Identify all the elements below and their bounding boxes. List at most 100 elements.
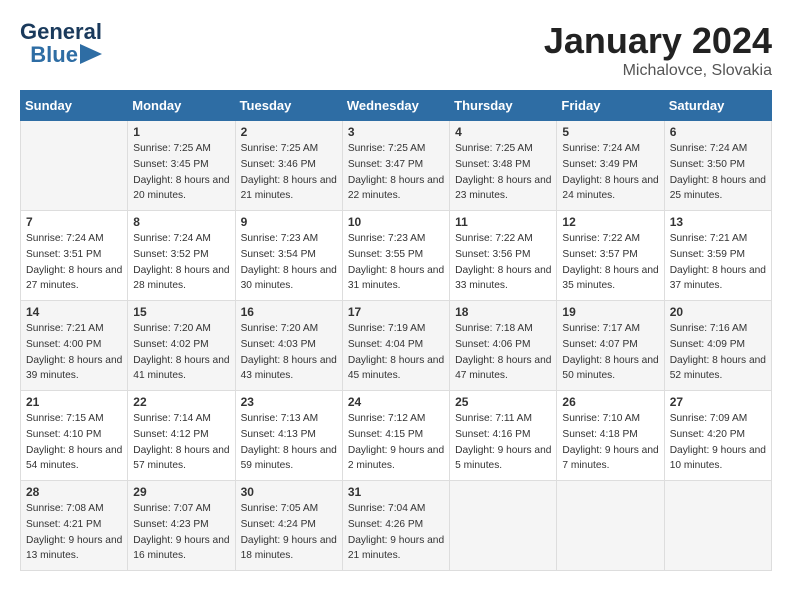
day-info: Sunrise: 7:05 AMSunset: 4:24 PMDaylight:… (241, 501, 337, 564)
calendar-cell: 24Sunrise: 7:12 AMSunset: 4:15 PMDayligh… (342, 391, 449, 481)
sunrise-text: Sunrise: 7:23 AM (241, 231, 337, 247)
day-number: 23 (241, 395, 337, 409)
daylight-text: Daylight: 8 hours and 37 minutes. (670, 263, 766, 295)
sunrise-text: Sunrise: 7:17 AM (562, 321, 658, 337)
sunset-text: Sunset: 4:02 PM (133, 337, 229, 353)
sunset-text: Sunset: 3:56 PM (455, 247, 551, 263)
location-subtitle: Michalovce, Slovakia (544, 62, 772, 80)
day-info: Sunrise: 7:09 AMSunset: 4:20 PMDaylight:… (670, 411, 766, 474)
calendar-cell: 5Sunrise: 7:24 AMSunset: 3:49 PMDaylight… (557, 121, 664, 211)
day-number: 30 (241, 485, 337, 499)
calendar-table: SundayMondayTuesdayWednesdayThursdayFrid… (20, 90, 772, 571)
daylight-text: Daylight: 8 hours and 57 minutes. (133, 443, 229, 475)
calendar-cell: 12Sunrise: 7:22 AMSunset: 3:57 PMDayligh… (557, 211, 664, 301)
day-number: 3 (348, 125, 444, 139)
daylight-text: Daylight: 9 hours and 18 minutes. (241, 533, 337, 565)
daylight-text: Daylight: 8 hours and 54 minutes. (26, 443, 122, 475)
sunrise-text: Sunrise: 7:21 AM (670, 231, 766, 247)
day-number: 27 (670, 395, 766, 409)
calendar-cell: 31Sunrise: 7:04 AMSunset: 4:26 PMDayligh… (342, 481, 449, 571)
day-number: 28 (26, 485, 122, 499)
calendar-cell: 11Sunrise: 7:22 AMSunset: 3:56 PMDayligh… (450, 211, 557, 301)
calendar-cell: 14Sunrise: 7:21 AMSunset: 4:00 PMDayligh… (21, 301, 128, 391)
day-number: 2 (241, 125, 337, 139)
daylight-text: Daylight: 8 hours and 43 minutes. (241, 353, 337, 385)
daylight-text: Daylight: 8 hours and 21 minutes. (241, 173, 337, 205)
day-number: 25 (455, 395, 551, 409)
day-info: Sunrise: 7:07 AMSunset: 4:23 PMDaylight:… (133, 501, 229, 564)
sunset-text: Sunset: 3:59 PM (670, 247, 766, 263)
calendar-week-row: 21Sunrise: 7:15 AMSunset: 4:10 PMDayligh… (21, 391, 772, 481)
sunrise-text: Sunrise: 7:25 AM (133, 141, 229, 157)
daylight-text: Daylight: 8 hours and 41 minutes. (133, 353, 229, 385)
day-info: Sunrise: 7:22 AMSunset: 3:57 PMDaylight:… (562, 231, 658, 294)
day-info: Sunrise: 7:20 AMSunset: 4:03 PMDaylight:… (241, 321, 337, 384)
sunrise-text: Sunrise: 7:05 AM (241, 501, 337, 517)
sunrise-text: Sunrise: 7:25 AM (348, 141, 444, 157)
daylight-text: Daylight: 9 hours and 13 minutes. (26, 533, 122, 565)
day-header-sunday: Sunday (21, 91, 128, 121)
sunrise-text: Sunrise: 7:08 AM (26, 501, 122, 517)
day-header-tuesday: Tuesday (235, 91, 342, 121)
daylight-text: Daylight: 8 hours and 28 minutes. (133, 263, 229, 295)
day-number: 21 (26, 395, 122, 409)
day-info: Sunrise: 7:24 AMSunset: 3:51 PMDaylight:… (26, 231, 122, 294)
calendar-cell: 23 Sunrise: 7:13 AMSunset: 4:13 PMDayligh… (235, 391, 342, 481)
day-info: Sunrise: 7:13 AMSunset: 4:13 PMDaylight:… (241, 411, 337, 474)
sunset-text: Sunset: 3:52 PM (133, 247, 229, 263)
calendar-cell: 20 Sunrise: 7:16 AMSunset: 4:09 PMDayligh… (664, 301, 771, 391)
day-number: 5 (562, 125, 658, 139)
calendar-cell: 6Sunrise: 7:24 AMSunset: 3:50 PMDaylight… (664, 121, 771, 211)
logo-general: General (20, 19, 102, 44)
calendar-cell: 7Sunrise: 7:24 AMSunset: 3:51 PMDaylight… (21, 211, 128, 301)
sunset-text: Sunset: 4:03 PM (241, 337, 337, 353)
sunset-text: Sunset: 4:00 PM (26, 337, 122, 353)
calendar-cell: 28 Sunrise: 7:08 AMSunset: 4:21 PMDayligh… (21, 481, 128, 571)
daylight-text: Daylight: 8 hours and 59 minutes. (241, 443, 337, 475)
calendar-cell (450, 481, 557, 571)
calendar-cell: 17Sunrise: 7:19 AMSunset: 4:04 PMDayligh… (342, 301, 449, 391)
day-info: Sunrise: 7:17 AMSunset: 4:07 PMDaylight:… (562, 321, 658, 384)
calendar-cell: 1Sunrise: 7:25 AMSunset: 3:45 PMDaylight… (128, 121, 235, 211)
day-info: Sunrise: 7:25 AMSunset: 3:45 PMDaylight:… (133, 141, 229, 204)
sunset-text: Sunset: 4:21 PM (26, 517, 122, 533)
daylight-text: Daylight: 8 hours and 47 minutes. (455, 353, 551, 385)
day-info: Sunrise: 7:16 AMSunset: 4:09 PMDaylight:… (670, 321, 766, 384)
month-year-title: January 2024 (544, 20, 772, 62)
calendar-cell: 9Sunrise: 7:23 AMSunset: 3:54 PMDaylight… (235, 211, 342, 301)
sunset-text: Sunset: 3:48 PM (455, 157, 551, 173)
day-info: Sunrise: 7:22 AMSunset: 3:56 PMDaylight:… (455, 231, 551, 294)
sunrise-text: Sunrise: 7:16 AM (670, 321, 766, 337)
calendar-cell (557, 481, 664, 571)
sunrise-text: Sunrise: 7:07 AM (133, 501, 229, 517)
sunset-text: Sunset: 4:04 PM (348, 337, 444, 353)
sunrise-text: Sunrise: 7:04 AM (348, 501, 444, 517)
sunset-text: Sunset: 3:45 PM (133, 157, 229, 173)
day-number: 4 (455, 125, 551, 139)
calendar-cell: 26Sunrise: 7:10 AMSunset: 4:18 PMDayligh… (557, 391, 664, 481)
day-info: Sunrise: 7:08 AMSunset: 4:21 PMDaylight:… (26, 501, 122, 564)
day-number: 9 (241, 215, 337, 229)
day-number: 20 (670, 305, 766, 319)
calendar-cell: 19Sunrise: 7:17 AMSunset: 4:07 PMDayligh… (557, 301, 664, 391)
sunset-text: Sunset: 3:54 PM (241, 247, 337, 263)
calendar-cell (664, 481, 771, 571)
day-number: 18 (455, 305, 551, 319)
daylight-text: Daylight: 9 hours and 2 minutes. (348, 443, 444, 475)
sunset-text: Sunset: 4:26 PM (348, 517, 444, 533)
day-info: Sunrise: 7:10 AMSunset: 4:18 PMDaylight:… (562, 411, 658, 474)
daylight-text: Daylight: 8 hours and 45 minutes. (348, 353, 444, 385)
calendar-cell: 16Sunrise: 7:20 AMSunset: 4:03 PMDayligh… (235, 301, 342, 391)
daylight-text: Daylight: 8 hours and 35 minutes. (562, 263, 658, 295)
title-area: January 2024 Michalovce, Slovakia (544, 20, 772, 80)
day-number: 10 (348, 215, 444, 229)
sunset-text: Sunset: 3:46 PM (241, 157, 337, 173)
logo-arrow-icon (80, 44, 102, 64)
calendar-cell: 10Sunrise: 7:23 AMSunset: 3:55 PMDayligh… (342, 211, 449, 301)
sunset-text: Sunset: 4:09 PM (670, 337, 766, 353)
sunrise-text: Sunrise: 7:13 AM (241, 411, 337, 427)
day-number: 14 (26, 305, 122, 319)
daylight-text: Daylight: 8 hours and 52 minutes. (670, 353, 766, 385)
calendar-cell: 4Sunrise: 7:25 AMSunset: 3:48 PMDaylight… (450, 121, 557, 211)
day-info: Sunrise: 7:12 AMSunset: 4:15 PMDaylight:… (348, 411, 444, 474)
